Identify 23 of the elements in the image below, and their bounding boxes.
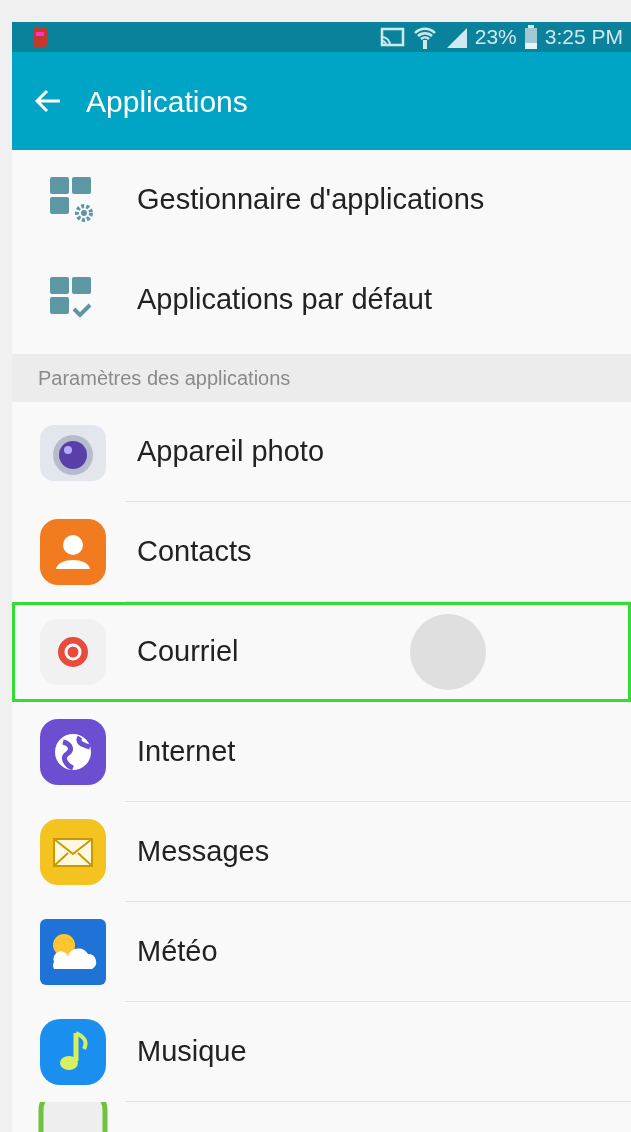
music-note-icon [38, 1017, 108, 1087]
settings-list-item[interactable]: Appareil photo [12, 402, 631, 502]
envelope-icon [38, 817, 108, 887]
settings-list-item[interactable]: Météo [12, 902, 631, 1002]
settings-list-item[interactable]: Musique [12, 1002, 631, 1102]
contact-person-icon [38, 517, 108, 587]
clock: 3:25 PM [544, 24, 623, 51]
settings-list-item[interactable]: Messages [12, 802, 631, 902]
notification-icon [32, 26, 48, 48]
settings-list-item[interactable]: Gestionnaire d'applications [12, 150, 631, 250]
section-header: Paramètres des applications [12, 354, 631, 402]
battery-icon [524, 25, 537, 49]
back-arrow-icon[interactable] [34, 89, 62, 113]
cast-icon [378, 27, 405, 47]
globe-icon [38, 717, 108, 787]
settings-list-item[interactable]: Internet [12, 702, 631, 802]
battery-percentage: 23% [474, 24, 517, 51]
sun-cloud-icon [38, 917, 108, 987]
wifi-icon [412, 25, 437, 49]
settings-list-item[interactable]: Contacts [12, 502, 631, 602]
screen-title: Applications [86, 83, 248, 120]
settings-list-item[interactable]: Applications par défaut [12, 250, 631, 350]
settings-list-item[interactable]: Courriel [12, 602, 631, 702]
